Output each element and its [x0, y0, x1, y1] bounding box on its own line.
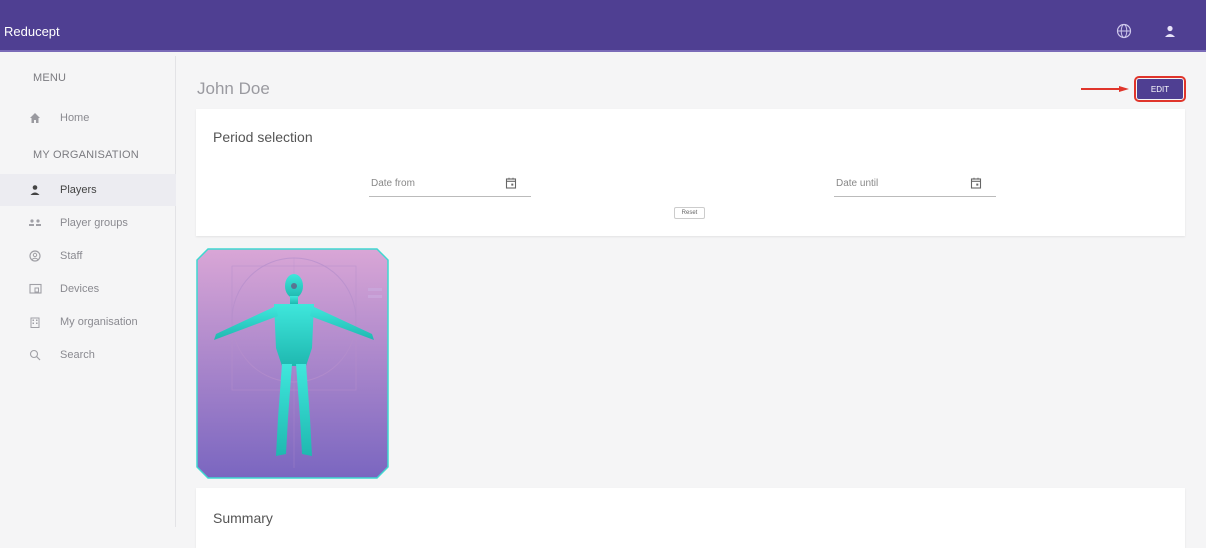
arrow-icon — [1081, 86, 1129, 92]
devices-icon — [28, 282, 42, 296]
sidebar-item-label: Player groups — [60, 217, 128, 229]
sidebar-item-label: Staff — [60, 250, 83, 262]
globe-icon[interactable] — [1114, 21, 1134, 41]
building-icon — [28, 315, 42, 329]
my-organisation-header: MY ORGANISATION — [33, 149, 139, 161]
body-figure-image — [196, 248, 389, 479]
app-title[interactable]: Reducept — [4, 24, 60, 39]
date-until-placeholder: Date until — [836, 178, 879, 189]
page-title: John Doe — [197, 79, 270, 98]
sidebar-item-home[interactable]: Home — [0, 102, 176, 134]
summary-title: Summary — [213, 510, 273, 526]
date-until-field[interactable]: Date until — [834, 173, 996, 197]
home-icon — [28, 111, 42, 125]
sidebar-item-label: Devices — [60, 283, 100, 295]
sidebar-item-label: Players — [60, 184, 97, 196]
user-icon[interactable] — [1160, 21, 1180, 41]
account-circle-icon — [28, 249, 42, 263]
summary-card: Summary — [196, 488, 1185, 548]
date-from-placeholder: Date from — [371, 178, 415, 189]
top-app-bar: Reducept — [0, 0, 1206, 52]
person-icon — [28, 183, 42, 197]
sidebar-item-devices[interactable]: Devices — [0, 273, 176, 305]
sidebar-item-staff[interactable]: Staff — [0, 240, 176, 272]
group-icon — [28, 216, 42, 230]
search-icon — [28, 348, 42, 362]
calendar-icon[interactable] — [505, 176, 517, 194]
sidebar-item-label: Search — [60, 349, 95, 361]
sidebar-item-search[interactable]: Search — [0, 339, 176, 371]
sidebar-item-my-organisation[interactable]: My organisation — [0, 306, 176, 338]
sidebar-item-player-groups[interactable]: Player groups — [0, 207, 176, 239]
sidebar: MENU Home MY ORGANISATION Players Player… — [0, 56, 176, 527]
period-selection-title: Period selection — [213, 129, 313, 145]
sidebar-item-label: Home — [60, 112, 90, 124]
sidebar-item-players[interactable]: Players — [0, 174, 176, 206]
reset-button[interactable]: Reset — [674, 207, 705, 219]
sidebar-item-label: My organisation — [60, 316, 138, 328]
main-content: John Doe EDIT Period selection Date from… — [177, 56, 1206, 548]
calendar-icon[interactable] — [970, 176, 982, 194]
date-from-field[interactable]: Date from — [369, 173, 531, 197]
edit-button[interactable]: EDIT — [1134, 76, 1186, 102]
menu-header: MENU — [33, 72, 67, 84]
